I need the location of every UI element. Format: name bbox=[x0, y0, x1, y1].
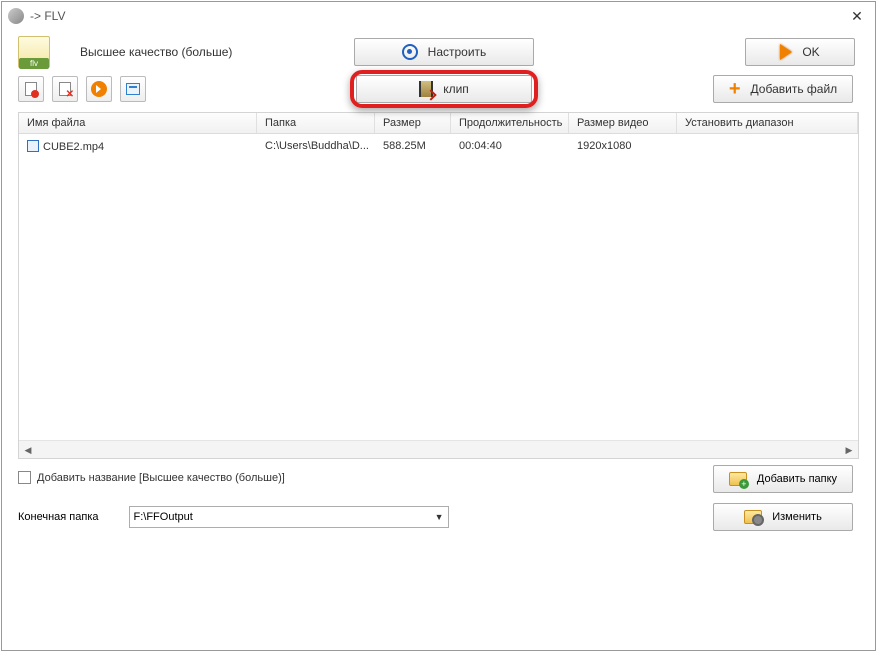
play-arrow-icon bbox=[780, 44, 792, 60]
second-toolbar: клип + Добавить файл bbox=[2, 72, 875, 112]
col-folder[interactable]: Папка bbox=[257, 113, 375, 133]
top-toolbar: Высшее качество (больше) Настроить OK bbox=[2, 30, 875, 72]
chevron-down-icon: ▼ bbox=[435, 512, 444, 522]
cell-vsize: 1920x1080 bbox=[569, 137, 677, 156]
cell-folder: C:\Users\Buddha\D... bbox=[257, 137, 375, 156]
scroll-left-icon[interactable]: ◀ bbox=[19, 441, 37, 459]
settings-button[interactable]: Настроить bbox=[354, 38, 534, 66]
add-folder-button[interactable]: Добавить папку bbox=[713, 465, 853, 493]
add-file-label: Добавить файл bbox=[751, 82, 838, 96]
folder-add-icon bbox=[729, 472, 747, 486]
film-clip-icon bbox=[419, 81, 433, 97]
cell-range bbox=[677, 137, 858, 156]
add-folder-label: Добавить папку bbox=[757, 473, 837, 485]
file-table: Имя файла Папка Размер Продолжительность… bbox=[18, 112, 859, 459]
play-circle-icon bbox=[91, 81, 107, 97]
ok-label: OK bbox=[802, 45, 819, 59]
cell-duration: 00:04:40 bbox=[451, 137, 569, 156]
horizontal-scrollbar[interactable]: ◀ ▶ bbox=[19, 440, 858, 458]
document-add-icon bbox=[25, 82, 37, 96]
gear-icon bbox=[402, 44, 418, 60]
destination-value: F:\FFOutput bbox=[134, 511, 193, 523]
add-title-label: Добавить название [Высшее качество (боль… bbox=[37, 472, 285, 484]
col-size[interactable]: Размер bbox=[375, 113, 451, 133]
table-header: Имя файла Папка Размер Продолжительность… bbox=[19, 113, 858, 134]
play-button[interactable] bbox=[86, 76, 112, 102]
col-filename[interactable]: Имя файла bbox=[19, 113, 257, 133]
settings-label: Настроить bbox=[428, 45, 487, 59]
col-duration[interactable]: Продолжительность bbox=[451, 113, 569, 133]
flv-export-dialog: -> FLV ✕ Высшее качество (больше) Настро… bbox=[1, 1, 876, 651]
quality-label: Высшее качество (больше) bbox=[80, 45, 232, 59]
clip-label: клип bbox=[443, 82, 469, 96]
clip-button[interactable]: клип bbox=[356, 75, 532, 103]
window-title: -> FLV bbox=[30, 9, 845, 23]
titlebar: -> FLV ✕ bbox=[2, 2, 875, 30]
add-title-checkbox[interactable] bbox=[18, 471, 31, 484]
add-file-button[interactable]: + Добавить файл bbox=[713, 75, 853, 103]
filename-text: CUBE2.mp4 bbox=[43, 141, 104, 153]
change-label: Изменить bbox=[772, 511, 822, 523]
ok-button[interactable]: OK bbox=[745, 38, 855, 66]
bottom-panel: Добавить название [Высшее качество (боль… bbox=[2, 459, 875, 538]
table-row[interactable]: CUBE2.mp4 C:\Users\Buddha\D... 588.25M 0… bbox=[19, 134, 858, 159]
remove-doc-button[interactable] bbox=[52, 76, 78, 102]
col-range[interactable]: Установить диапазон bbox=[677, 113, 858, 133]
close-icon[interactable]: ✕ bbox=[845, 8, 869, 25]
add-doc-button[interactable] bbox=[18, 76, 44, 102]
app-icon bbox=[8, 8, 24, 24]
format-flv-icon bbox=[18, 36, 50, 68]
col-vsize[interactable]: Размер видео bbox=[569, 113, 677, 133]
scroll-right-icon[interactable]: ▶ bbox=[840, 441, 858, 459]
document-remove-icon bbox=[59, 82, 71, 96]
plus-icon: + bbox=[729, 82, 741, 96]
folder-gear-icon bbox=[744, 510, 762, 524]
video-file-icon bbox=[27, 140, 39, 152]
destination-label: Конечная папка bbox=[18, 511, 99, 523]
cell-size: 588.25M bbox=[375, 137, 451, 156]
destination-combo[interactable]: F:\FFOutput ▼ bbox=[129, 506, 449, 528]
change-button[interactable]: Изменить bbox=[713, 503, 853, 531]
info-panel-icon bbox=[126, 83, 140, 95]
cell-filename: CUBE2.mp4 bbox=[19, 137, 257, 156]
info-button[interactable] bbox=[120, 76, 146, 102]
table-body: CUBE2.mp4 C:\Users\Buddha\D... 588.25M 0… bbox=[19, 134, 858, 440]
